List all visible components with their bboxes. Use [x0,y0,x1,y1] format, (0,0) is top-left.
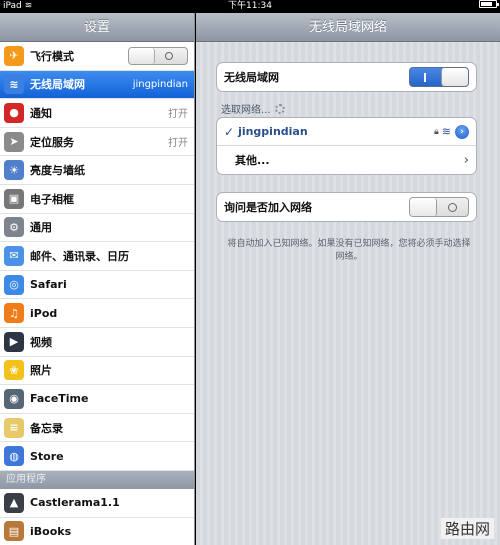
sidebar-item-label: 照片 [30,364,52,378]
wifi-icon: ≋ [4,74,24,95]
choose-network-label: 选取网络... [221,101,285,116]
facetime-icon: ◉ [4,388,24,409]
mail-icon: ✉ [4,245,24,266]
wifi-toggle-group: 无线局域网 [216,62,477,92]
sidebar-item-label: 亮度与墙纸 [30,164,85,178]
ibooks-icon: ▤ [4,521,24,542]
checkmark-icon: ✓ [224,124,235,139]
sidebar-item-mail[interactable]: ✉ 邮件、通讯录、日历 [0,242,194,271]
sidebar-item-label: 通知 [30,106,52,120]
video-icon: ▶ [4,331,24,352]
wifi-toggle-label: 无线局域网 [224,71,279,84]
wifi-switch[interactable] [409,67,469,87]
sidebar-title: 设置 [0,13,194,42]
sidebar-item-value: 打开 [168,138,188,150]
sidebar-item-label: iPod [30,306,58,320]
lock-icon: 🔒︎ [433,126,439,137]
sidebar-item-brightness[interactable]: ☀ 亮度与墙纸 [0,156,194,185]
sidebar-item-label: 飞行模式 [30,49,74,63]
sidebar-item-wifi[interactable]: ≋ 无线局域网 jingpindian [0,70,194,100]
sidebar-item-label: 定位服务 [30,135,74,149]
settings-sidebar: 设置 ✈ 飞行模式 ≋ 无线局域网 jingpindian ● 通知 打开 ➤ … [0,13,195,545]
wifi-toggle-row: 无线局域网 [217,63,476,91]
network-name: jingpindian [238,125,308,138]
sidebar-item-label: 邮件、通讯录、日历 [30,249,129,263]
sidebar-item-label: 无线局域网 [30,78,85,92]
castlerama-icon: ▲ [4,492,24,513]
sidebar-item-facetime[interactable]: ◉ FaceTime [0,385,194,414]
ipod-icon: ♫ [4,303,24,324]
safari-icon: ◎ [4,274,24,295]
switch-on-mark [424,73,426,82]
switch-thumb [410,198,437,216]
sidebar-item-video[interactable]: ▶ 视频 [0,327,194,357]
apps-section-header: 应用程序 [0,470,194,489]
general-gear-icon: ⚙ [4,217,24,238]
switch-thumb [441,68,468,86]
wifi-settings-pane: 无线局域网络 无线局域网 选取网络... ✓ jingpindian 🔒︎ ≋ … [196,13,500,545]
sidebar-item-safari[interactable]: ◎ Safari [0,270,194,300]
sidebar-item-label: 电子相框 [30,192,74,206]
page-title: 无线局域网络 [196,13,500,42]
photos-icon: ❀ [4,360,24,381]
store-icon: ◍ [4,446,24,467]
ask-join-row: 询问是否加入网络 [217,193,476,221]
watermark-text: 路由网 [440,518,494,539]
sidebar-item-photos[interactable]: ❀ 照片 [0,356,194,386]
other-network-label: 其他... [235,154,270,167]
sidebar-item-label: Store [30,449,64,463]
sidebar-item-label: Safari [30,278,67,292]
chevron-right-icon: › [463,152,469,168]
ask-join-hint: 将自动加入已知网络。如果没有已知网络，您将必须手动选择网络。 [227,239,471,262]
sidebar-item-label: 备忘录 [30,421,63,435]
sidebar-item-label: Castlerama1.1 [30,496,120,510]
choose-network-text: 选取网络... [221,105,271,116]
loading-spinner-icon [274,103,285,114]
sidebar-item-notifications[interactable]: ● 通知 打开 [0,99,194,128]
sidebar-item-label: FaceTime [30,392,89,406]
sidebar-item-ipod[interactable]: ♫ iPod [0,299,194,328]
brightness-icon: ☀ [4,160,24,181]
sidebar-item-ibooks[interactable]: ▤ iBooks [0,517,194,545]
ask-join-group: 询问是否加入网络 [216,192,477,222]
battery-icon [479,0,499,8]
sidebar-item-store[interactable]: ◍ Store [0,442,194,471]
notifications-icon: ● [4,102,24,123]
sidebar-item-label: iBooks [30,524,72,538]
airplane-icon: ✈ [4,45,24,66]
notes-icon: ≡ [4,417,24,438]
sidebar-item-general[interactable]: ⚙ 通用 [0,213,194,243]
sidebar-item-castlerama[interactable]: ▲ Castlerama1.1 [0,488,194,518]
network-detail-button[interactable]: › [455,124,469,139]
location-icon: ➤ [4,131,24,152]
status-time: 下午11:34 [228,1,272,11]
sidebar-item-airplane-mode[interactable]: ✈ 飞行模式 [0,42,194,71]
ask-join-switch[interactable] [409,197,469,217]
network-row-jingpindian[interactable]: ✓ jingpindian 🔒︎ ≋ › [217,118,476,146]
status-bar: iPad ≋ 下午11:34 [0,0,500,13]
sidebar-item-value: jingpindian [132,78,188,90]
status-right [479,0,499,8]
other-network-row[interactable]: 其他... › [217,146,476,174]
sidebar-item-picture-frame[interactable]: ▣ 电子相框 [0,184,194,214]
airplane-mode-switch[interactable] [128,46,188,65]
ask-join-label: 询问是否加入网络 [224,201,312,214]
sidebar-item-location[interactable]: ➤ 定位服务 打开 [0,127,194,157]
network-list: ✓ jingpindian 🔒︎ ≋ › 其他... › [216,117,477,175]
switch-off-mark [448,203,457,212]
wifi-strength-icon: ≋ [441,125,451,138]
sidebar-item-notes[interactable]: ≡ 备忘录 [0,413,194,443]
picture-frame-icon: ▣ [4,188,24,209]
sidebar-item-value: 打开 [168,109,188,121]
sidebar-item-label: 视频 [30,335,52,349]
sidebar-item-label: 通用 [30,221,52,235]
